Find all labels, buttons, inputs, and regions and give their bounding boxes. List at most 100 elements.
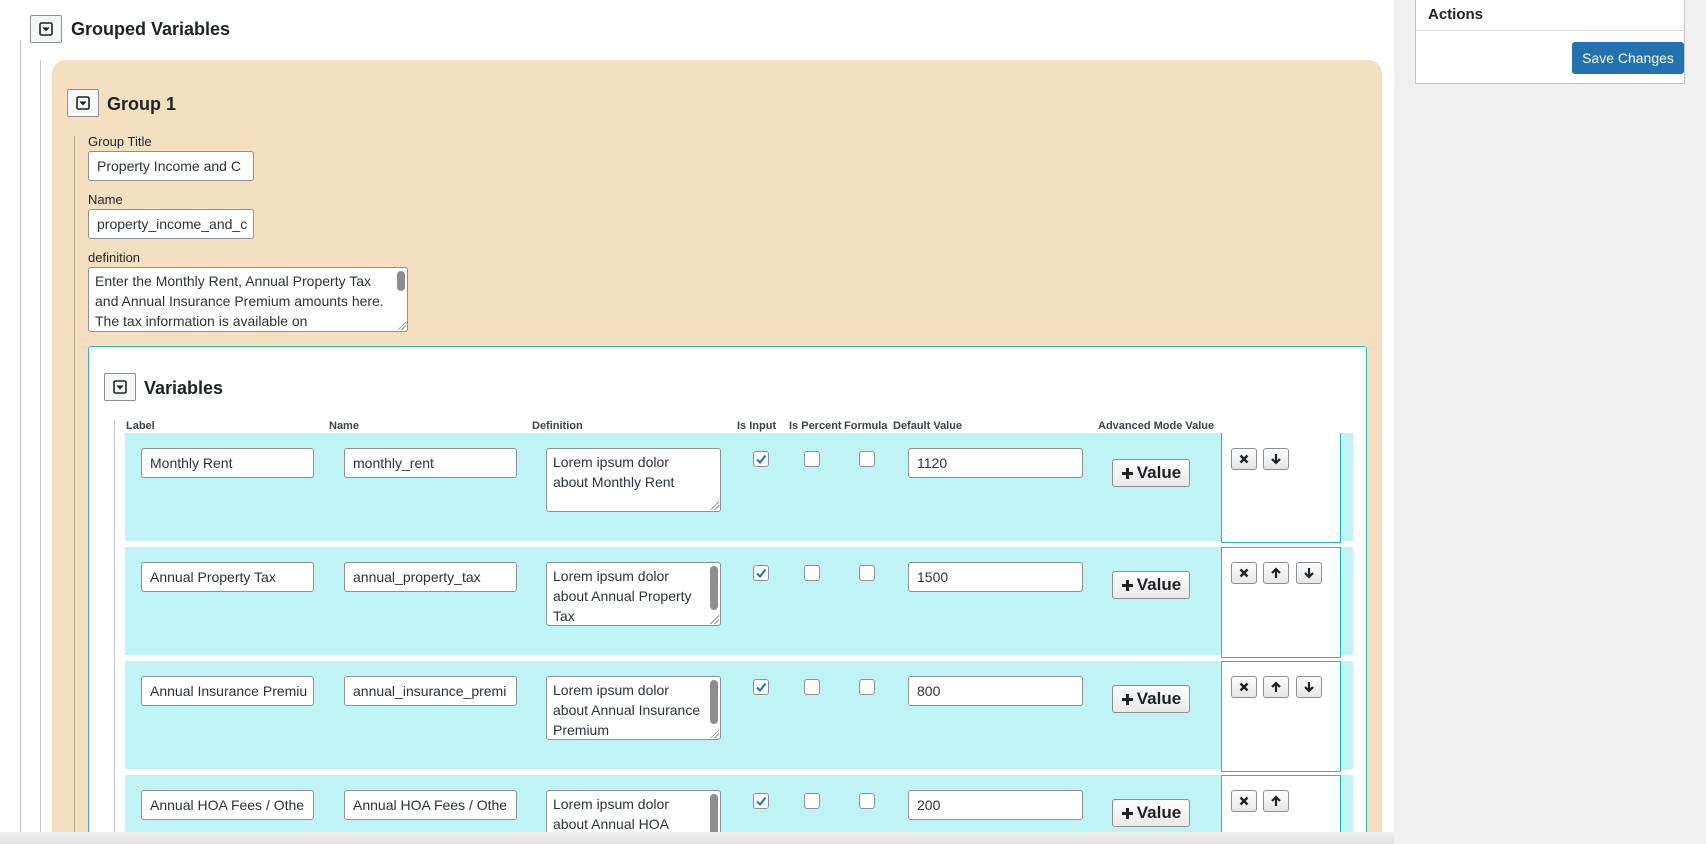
group-definition-textarea[interactable]: Enter the Monthly Rent, Annual Property … [88, 267, 408, 332]
formula-checkbox[interactable] [859, 565, 875, 581]
formula-checkbox[interactable] [859, 793, 875, 809]
resize-grip-icon[interactable] [710, 615, 719, 624]
actions-title: Actions [1416, 0, 1684, 31]
variable-definition-text: Lorem ipsum dolor about Annual Property … [553, 568, 692, 624]
move-down-button[interactable] [1296, 562, 1322, 584]
delete-row-button[interactable] [1231, 676, 1257, 698]
is-input-checkbox[interactable] [753, 565, 769, 581]
grouped-variables-toggle-button[interactable] [30, 15, 62, 43]
collapse-toggle-icon [113, 380, 127, 394]
column-header-name: Name [329, 420, 359, 432]
checkmark-icon [756, 682, 767, 693]
checkmark-icon [756, 796, 767, 807]
column-header-definition: Definition [532, 420, 583, 432]
default-value-input[interactable]: 800 [908, 676, 1083, 706]
arrow-up-icon [1271, 567, 1281, 578]
delete-icon [1239, 568, 1249, 578]
variable-definition-text: Lorem ipsum dolor about Annual Insurance… [553, 682, 701, 738]
move-down-button[interactable] [1296, 676, 1322, 698]
is-input-checkbox[interactable] [753, 451, 769, 467]
horizontal-scrollbar[interactable] [0, 832, 1394, 844]
add-value-label: Value [1136, 689, 1182, 708]
section-divider [20, 40, 21, 844]
group-name-input[interactable]: property_income_and_c [88, 209, 254, 239]
variable-name-input[interactable]: monthly_rent [344, 448, 517, 478]
variable-definition-textarea[interactable]: Lorem ipsum dolor about Annual Insurance… [546, 676, 721, 740]
arrow-down-icon [1271, 454, 1281, 465]
plus-icon [1121, 807, 1133, 819]
is-input-checkbox[interactable] [753, 679, 769, 695]
plus-icon [1121, 467, 1133, 479]
group-title-input[interactable]: Property Income and C [88, 151, 254, 181]
move-up-button[interactable] [1263, 790, 1289, 812]
variables-title: Variables [144, 378, 224, 398]
default-value-input[interactable]: 200 [908, 790, 1083, 820]
save-changes-button[interactable]: Save Changes [1572, 42, 1684, 74]
textarea-scrollbar[interactable] [710, 566, 718, 610]
add-value-label: Value [1136, 575, 1182, 594]
column-header-is-input: Is Input [737, 420, 777, 432]
is-percent-checkbox[interactable] [804, 679, 820, 695]
is-percent-checkbox[interactable] [804, 793, 820, 809]
default-value-input[interactable]: 1500 [908, 562, 1083, 592]
column-header-default-value: Default Value [893, 420, 963, 432]
add-value-button[interactable]: Value [1112, 459, 1190, 487]
variable-label-input[interactable]: Annual Property Tax [141, 562, 314, 592]
arrow-up-icon [1271, 795, 1281, 806]
checkmark-icon [756, 568, 767, 579]
add-value-button[interactable]: Value [1112, 685, 1190, 713]
add-value-button[interactable]: Value [1112, 799, 1190, 827]
resize-grip-icon[interactable] [710, 501, 719, 510]
name-label: Name [88, 192, 123, 207]
delete-icon [1239, 454, 1249, 464]
plus-icon [1121, 693, 1133, 705]
delete-icon [1239, 796, 1249, 806]
group-definition-text: Enter the Monthly Rent, Annual Property … [95, 273, 384, 329]
arrow-down-icon [1304, 568, 1314, 579]
resize-grip-icon[interactable] [710, 729, 719, 738]
variable-label-input[interactable]: Monthly Rent [141, 448, 314, 478]
column-header-is-percent: Is Percent [789, 420, 842, 432]
collapse-toggle-icon [76, 96, 90, 110]
variables-toggle-button[interactable] [104, 373, 136, 401]
variable-label-input[interactable]: Annual HOA Fees / Othe [141, 790, 314, 820]
move-up-button[interactable] [1263, 562, 1289, 584]
delete-row-button[interactable] [1231, 448, 1257, 470]
delete-row-button[interactable] [1231, 562, 1257, 584]
column-header-advanced-mode-value: Advanced Mode Value [1098, 420, 1215, 432]
move-down-button[interactable] [1263, 448, 1289, 470]
checkmark-icon [756, 454, 767, 465]
is-percent-checkbox[interactable] [804, 565, 820, 581]
variable-name-input[interactable]: Annual HOA Fees / Othe [344, 790, 517, 820]
delete-row-button[interactable] [1231, 790, 1257, 812]
textarea-scrollbar[interactable] [397, 271, 405, 291]
add-value-button[interactable]: Value [1112, 571, 1190, 599]
column-header-label: Label [126, 420, 155, 432]
formula-checkbox[interactable] [859, 451, 875, 467]
add-value-label: Value [1136, 463, 1182, 482]
main-content: Grouped Variables Group 1 Group Title Pr… [0, 0, 1394, 844]
definition-label: definition [88, 250, 141, 265]
variable-label-input[interactable]: Annual Insurance Premiu [141, 676, 314, 706]
group-divider [74, 136, 75, 844]
variable-name-input[interactable]: annual_property_tax [344, 562, 517, 592]
is-input-checkbox[interactable] [753, 793, 769, 809]
group-toggle-button[interactable] [67, 89, 99, 117]
textarea-scrollbar[interactable] [710, 680, 718, 724]
variable-definition-textarea[interactable]: Lorem ipsum dolor about Annual Property … [546, 562, 721, 626]
arrow-up-icon [1271, 681, 1281, 692]
resize-grip-icon[interactable] [397, 321, 406, 330]
section-divider [40, 60, 41, 844]
variable-definition-text: Lorem ipsum dolor about Monthly Rent [553, 454, 675, 490]
variable-name-input[interactable]: annual_insurance_premi [344, 676, 517, 706]
formula-checkbox[interactable] [859, 679, 875, 695]
move-up-button[interactable] [1263, 676, 1289, 698]
add-value-label: Value [1136, 803, 1182, 822]
actions-box: Actions Save Changes [1415, 0, 1685, 84]
default-value-input[interactable]: 1120 [908, 448, 1083, 478]
column-header-formula: Formula [844, 420, 888, 432]
variables-divider [114, 420, 115, 844]
is-percent-checkbox[interactable] [804, 451, 820, 467]
group-title: Group 1 [107, 94, 177, 114]
variable-definition-textarea[interactable]: Lorem ipsum dolor about Monthly Rent [546, 448, 721, 512]
